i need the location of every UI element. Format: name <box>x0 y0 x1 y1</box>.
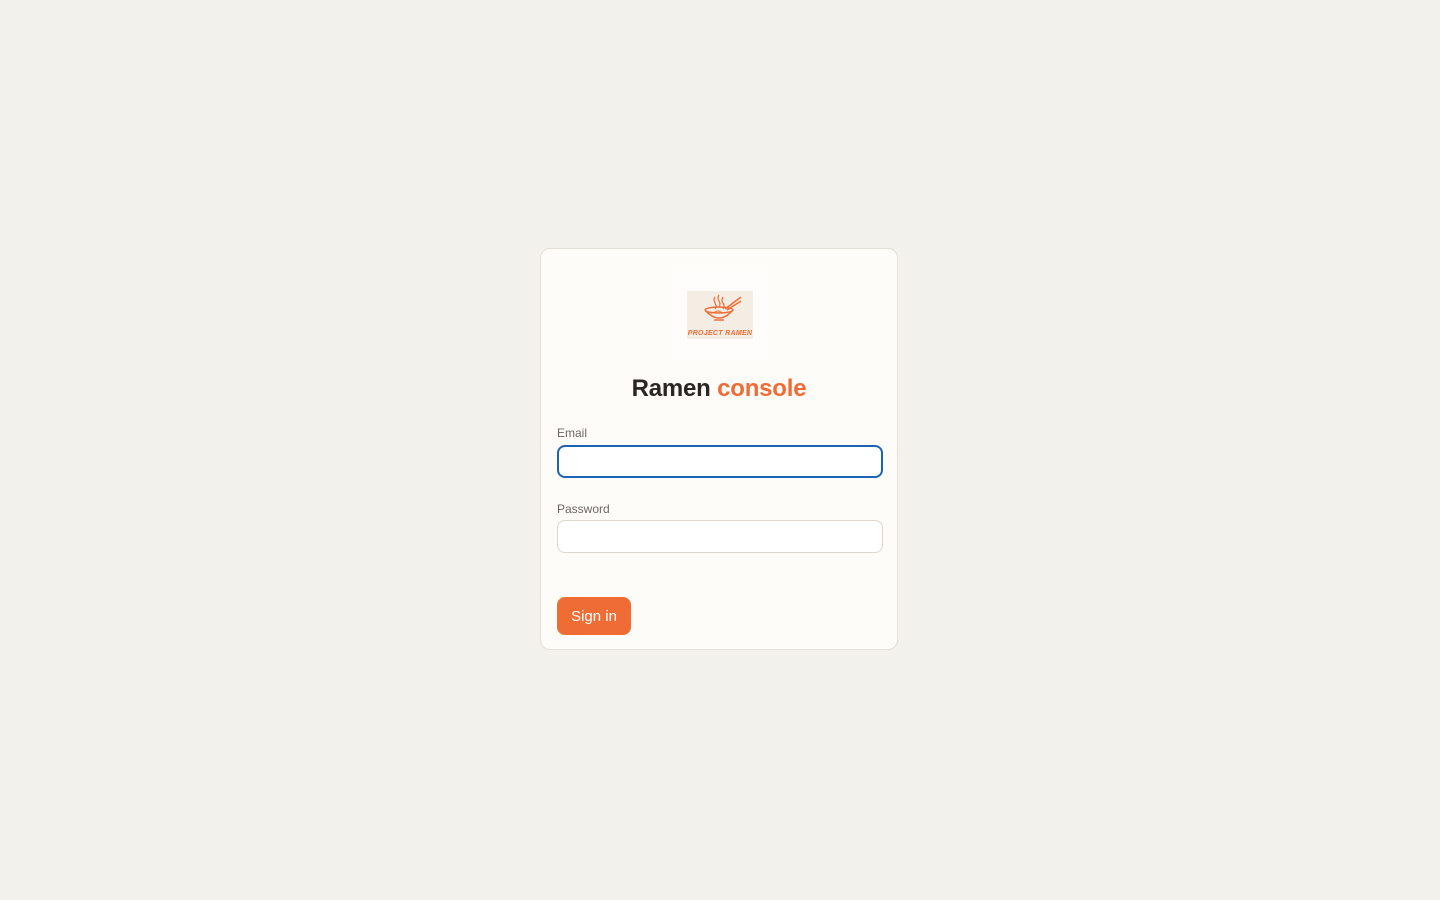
logo: PROJECT RAMEN <box>672 271 768 359</box>
title-accent: console <box>717 375 807 402</box>
title-main: Ramen <box>631 375 711 402</box>
password-field[interactable] <box>557 520 883 553</box>
sign-in-button[interactable]: Sign in <box>557 597 631 635</box>
password-label: Password <box>557 502 610 516</box>
login-card: PROJECT RAMEN Ramen console Email Passwo… <box>540 248 898 650</box>
page-title: Ramen console <box>541 375 897 403</box>
email-label: Email <box>557 426 588 440</box>
logo-text: PROJECT RAMEN <box>687 330 753 337</box>
email-field[interactable] <box>557 445 883 478</box>
